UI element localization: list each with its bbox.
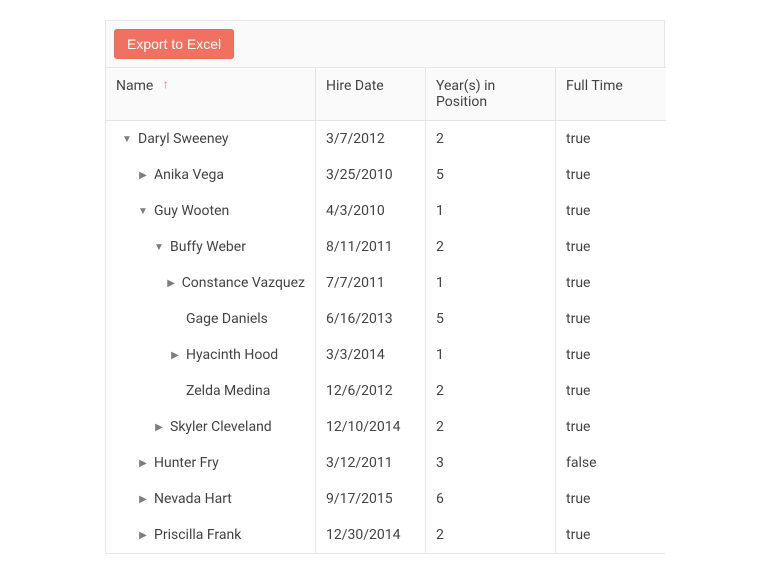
employee-name: Hyacinth Hood — [186, 347, 278, 363]
toolbar: Export to Excel — [106, 21, 664, 67]
expand-icon[interactable]: ▶ — [152, 422, 166, 433]
cell-name: ▼ Daryl Sweeney — [106, 121, 316, 157]
cell-hire-date: 3/3/2014 — [316, 337, 426, 373]
collapse-icon[interactable]: ▼ — [152, 242, 166, 253]
treelist: Export to Excel Name ↑ Hire Date Year(s)… — [105, 20, 665, 554]
cell-name: ▶ Nevada Hart — [106, 481, 316, 517]
cell-hire-date: 9/17/2015 — [316, 481, 426, 517]
column-header-label: Full Time — [566, 78, 623, 94]
cell-full-time: true — [556, 373, 666, 409]
cell-name: ▶ Priscilla Frank — [106, 517, 316, 553]
employee-name: Hunter Fry — [154, 455, 219, 471]
column-header-hire-date[interactable]: Hire Date — [316, 67, 426, 121]
employee-name: Zelda Medina — [186, 383, 270, 399]
cell-hire-date: 3/25/2010 — [316, 157, 426, 193]
cell-hire-date: 3/12/2011 — [316, 445, 426, 481]
cell-name: ▶ Skyler Cleveland — [106, 409, 316, 445]
cell-years: 2 — [426, 373, 556, 409]
cell-hire-date: 6/16/2013 — [316, 301, 426, 337]
cell-name: ▶ Hunter Fry — [106, 445, 316, 481]
cell-years: 2 — [426, 121, 556, 157]
cell-years: 5 — [426, 157, 556, 193]
expand-icon[interactable]: ▶ — [136, 494, 150, 505]
cell-years: 5 — [426, 301, 556, 337]
grid: Name ↑ Hire Date Year(s) in Position Ful… — [106, 67, 664, 553]
cell-hire-date: 8/11/2011 — [316, 229, 426, 265]
collapse-icon[interactable]: ▼ — [136, 206, 150, 217]
collapse-icon[interactable]: ▼ — [120, 134, 134, 145]
expand-icon[interactable]: ▶ — [136, 530, 150, 541]
sort-ascending-icon: ↑ — [163, 77, 169, 91]
cell-full-time: true — [556, 157, 666, 193]
cell-name: ▶Gage Daniels — [106, 301, 316, 337]
cell-name: ▶ Hyacinth Hood — [106, 337, 316, 373]
cell-hire-date: 12/30/2014 — [316, 517, 426, 553]
employee-name: Priscilla Frank — [154, 527, 241, 543]
column-header-label: Name — [116, 78, 153, 94]
cell-full-time: true — [556, 481, 666, 517]
cell-name: ▼ Buffy Weber — [106, 229, 316, 265]
cell-years: 2 — [426, 409, 556, 445]
expand-icon[interactable]: ▶ — [165, 278, 178, 289]
column-header-full-time[interactable]: Full Time — [556, 67, 666, 121]
cell-years: 6 — [426, 481, 556, 517]
column-header-label: Hire Date — [326, 78, 384, 94]
expand-icon[interactable]: ▶ — [136, 458, 150, 469]
column-header-years[interactable]: Year(s) in Position — [426, 67, 556, 121]
cell-years: 3 — [426, 445, 556, 481]
cell-years: 1 — [426, 265, 556, 301]
cell-full-time: true — [556, 193, 666, 229]
column-header-label: Year(s) in Position — [436, 78, 495, 110]
cell-full-time: true — [556, 301, 666, 337]
employee-name: Constance Vazquez — [182, 275, 305, 291]
cell-years: 2 — [426, 229, 556, 265]
expand-icon[interactable]: ▶ — [168, 350, 182, 361]
cell-full-time: true — [556, 121, 666, 157]
cell-full-time: true — [556, 229, 666, 265]
employee-name: Gage Daniels — [186, 311, 268, 327]
cell-years: 1 — [426, 193, 556, 229]
employee-name: Buffy Weber — [170, 239, 246, 255]
employee-name: Daryl Sweeney — [138, 131, 229, 147]
employee-name: Anika Vega — [154, 167, 224, 183]
cell-hire-date: 3/7/2012 — [316, 121, 426, 157]
cell-years: 1 — [426, 337, 556, 373]
cell-name: ▶ Constance Vazquez — [106, 265, 316, 301]
cell-name: ▶ Anika Vega — [106, 157, 316, 193]
employee-name: Guy Wooten — [154, 203, 229, 219]
cell-full-time: true — [556, 337, 666, 373]
cell-full-time: true — [556, 265, 666, 301]
export-to-excel-button[interactable]: Export to Excel — [114, 29, 234, 59]
cell-full-time: false — [556, 445, 666, 481]
cell-full-time: true — [556, 409, 666, 445]
cell-name: ▶Zelda Medina — [106, 373, 316, 409]
cell-hire-date: 7/7/2011 — [316, 265, 426, 301]
employee-name: Nevada Hart — [154, 491, 232, 507]
employee-name: Skyler Cleveland — [170, 419, 272, 435]
cell-hire-date: 4/3/2010 — [316, 193, 426, 229]
cell-hire-date: 12/10/2014 — [316, 409, 426, 445]
expand-icon[interactable]: ▶ — [136, 170, 150, 181]
column-header-name[interactable]: Name ↑ — [106, 67, 316, 121]
cell-hire-date: 12/6/2012 — [316, 373, 426, 409]
cell-name: ▼ Guy Wooten — [106, 193, 316, 229]
cell-full-time: true — [556, 517, 666, 553]
cell-years: 2 — [426, 517, 556, 553]
